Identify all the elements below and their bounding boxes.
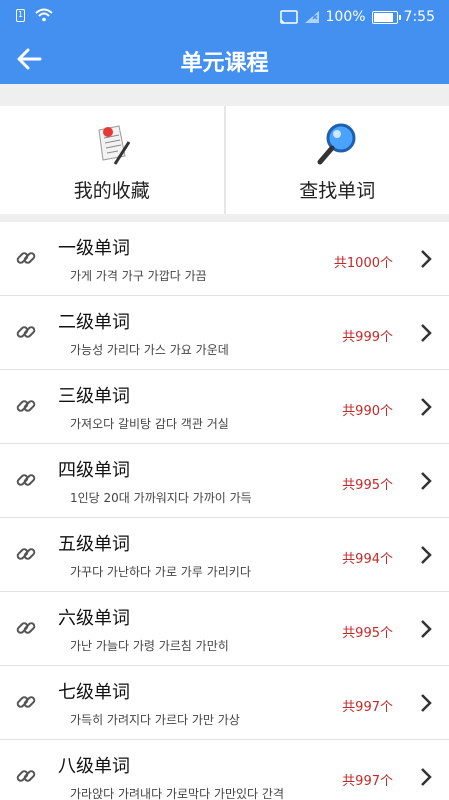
list-item[interactable]: 七级单词 가득히 가려지다 가르다 가만 가상 共997个 xyxy=(0,666,449,740)
unit-title: 三级单词 xyxy=(58,386,130,407)
signal-off-icon xyxy=(304,11,319,23)
list-item[interactable]: 六级单词 가난 가늘다 가령 가르침 가만히 共995个 xyxy=(0,592,449,666)
quick-actions: 我的收藏 查找单词 xyxy=(0,106,449,214)
chevron-right-icon xyxy=(421,398,432,416)
unit-title: 四级单词 xyxy=(58,460,130,481)
search-word-label: 查找单词 xyxy=(299,180,376,202)
unit-preview-words: 가능성 가리다 가스 가요 가운데 xyxy=(70,343,229,357)
chevron-right-icon xyxy=(421,472,432,490)
battery-percent: 100% xyxy=(325,9,366,25)
unit-title: 七级单词 xyxy=(58,682,130,703)
magnifier-icon xyxy=(317,123,356,165)
unit-word-count: 共995个 xyxy=(342,478,393,493)
chevron-right-icon xyxy=(421,694,432,712)
chevron-right-icon xyxy=(421,324,432,342)
link-icon xyxy=(16,252,36,264)
unit-title: 五级单词 xyxy=(58,534,130,555)
unit-word-count: 共994个 xyxy=(342,552,393,567)
search-word-button[interactable]: 查找单词 xyxy=(223,106,449,214)
app-bar: 单元课程 xyxy=(0,36,449,84)
link-icon xyxy=(16,474,36,486)
clock: 7:55 xyxy=(403,9,435,25)
chevron-right-icon xyxy=(421,620,432,638)
cast-icon xyxy=(279,10,298,24)
unit-word-count: 共997个 xyxy=(342,774,393,789)
favorites-label: 我的收藏 xyxy=(73,180,150,202)
chevron-right-icon xyxy=(421,546,432,564)
unit-word-count: 共995个 xyxy=(342,626,393,641)
list-item[interactable]: 八级单词 가라앉다 가려내다 가로막다 가만있다 간격 共997个 xyxy=(0,740,449,800)
unit-list: 一级单词 가게 가격 가구 가깝다 가끔 共1000个 二级单词 가능성 가리다… xyxy=(0,222,449,800)
link-icon xyxy=(16,770,36,782)
link-icon xyxy=(16,400,36,412)
favorites-button[interactable]: 我的收藏 xyxy=(0,106,224,214)
unit-title: 八级单词 xyxy=(58,756,130,777)
link-icon xyxy=(16,326,36,338)
unit-word-count: 共1000个 xyxy=(333,256,393,271)
list-item[interactable]: 三级单词 가져오다 갈비탕 감다 객관 거실 共990个 xyxy=(0,370,449,444)
unit-title: 二级单词 xyxy=(58,312,130,333)
sim-icon: 1 xyxy=(16,8,25,22)
list-item[interactable]: 二级单词 가능성 가리다 가스 가요 가운데 共999个 xyxy=(0,296,449,370)
unit-word-count: 共997个 xyxy=(342,700,393,715)
wifi-icon xyxy=(35,8,53,22)
list-item[interactable]: 一级单词 가게 가격 가구 가깝다 가끔 共1000个 xyxy=(0,222,449,296)
unit-title: 一级单词 xyxy=(58,238,130,259)
chevron-right-icon xyxy=(421,768,432,786)
unit-preview-words: 가게 가격 가구 가깝다 가끔 xyxy=(70,269,207,283)
unit-preview-words: 가득히 가려지다 가르다 가만 가상 xyxy=(70,713,240,727)
status-bar: 1 100% 7:55 xyxy=(0,0,449,36)
unit-preview-words: 가라앉다 가려내다 가로막다 가만있다 간격 xyxy=(70,787,284,800)
link-icon xyxy=(16,548,36,560)
unit-preview-words: 가난 가늘다 가령 가르침 가만히 xyxy=(70,639,229,653)
link-icon xyxy=(16,696,36,708)
favorites-document-icon xyxy=(98,125,131,165)
list-item[interactable]: 五级单词 가꾸다 가난하다 가로 가루 가리키다 共994个 xyxy=(0,518,449,592)
unit-word-count: 共990个 xyxy=(342,404,393,419)
unit-preview-words: 가져오다 갈비탕 감다 객관 거실 xyxy=(70,417,229,431)
chevron-right-icon xyxy=(421,250,432,268)
list-item[interactable]: 四级单词 1인당 20대 가까워지다 가까이 가득 共995个 xyxy=(0,444,449,518)
page-title: 单元课程 xyxy=(180,51,269,76)
unit-preview-words: 1인당 20대 가까워지다 가까이 가득 xyxy=(70,491,252,505)
unit-title: 六级单词 xyxy=(58,608,130,629)
unit-word-count: 共999个 xyxy=(342,330,393,345)
battery-icon xyxy=(371,10,401,24)
link-icon xyxy=(16,622,36,634)
unit-preview-words: 가꾸다 가난하다 가로 가루 가리키다 xyxy=(70,565,251,579)
